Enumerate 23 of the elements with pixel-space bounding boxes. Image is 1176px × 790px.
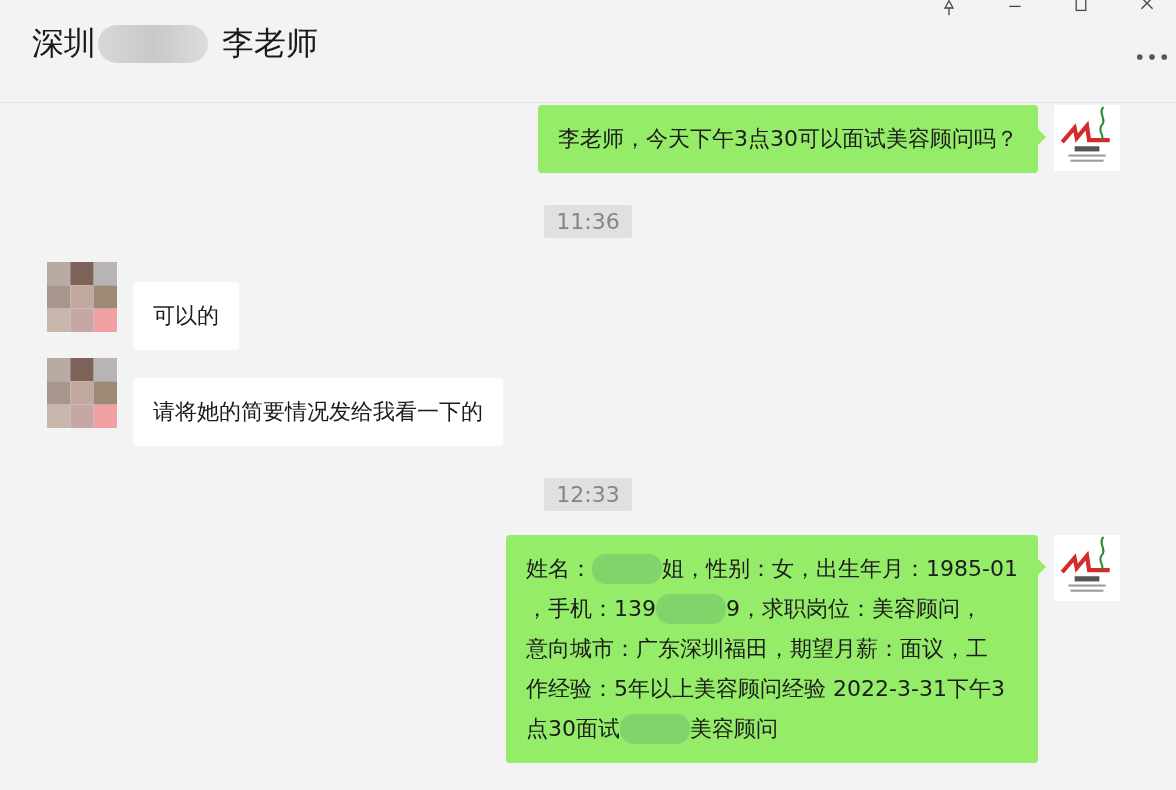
more-icon[interactable]	[1136, 53, 1168, 61]
message-text: 可以的	[153, 302, 219, 330]
logo-icon[interactable]	[1054, 105, 1120, 171]
message-text: 请将她的简要情况发给我看一下的	[153, 398, 483, 426]
timestamp: 12:33	[544, 478, 632, 511]
blurred-text	[656, 594, 727, 624]
window-title: 李老师	[222, 23, 318, 64]
blurred-text	[620, 714, 691, 744]
message-text: 点30面试	[526, 715, 621, 743]
timestamp: 11:36	[544, 205, 632, 238]
avatar-icon[interactable]	[47, 262, 117, 332]
avatar-icon[interactable]	[47, 358, 117, 428]
message-text: 李老师，今天下午3点30可以面试美容顾问吗？	[558, 125, 1018, 153]
message-text: 意向城市：广东深圳福田，期望月薪：面议，工	[526, 635, 989, 663]
message-text: 作经验：5年以上美容顾问经验 2022-3-31下午3	[526, 675, 1005, 703]
message-text: 美容顾问	[690, 715, 779, 743]
message-text: ，手机：139	[526, 595, 657, 623]
message-text: 姓名：	[526, 555, 593, 583]
window-title: 深圳	[32, 23, 96, 64]
blurred-text	[592, 554, 663, 584]
message-text: 姐，性别：女，出生年月：1985-01	[662, 555, 1018, 583]
message-text: 9，求职岗位：美容顾问，	[726, 595, 983, 623]
logo-icon[interactable]	[1054, 535, 1120, 601]
